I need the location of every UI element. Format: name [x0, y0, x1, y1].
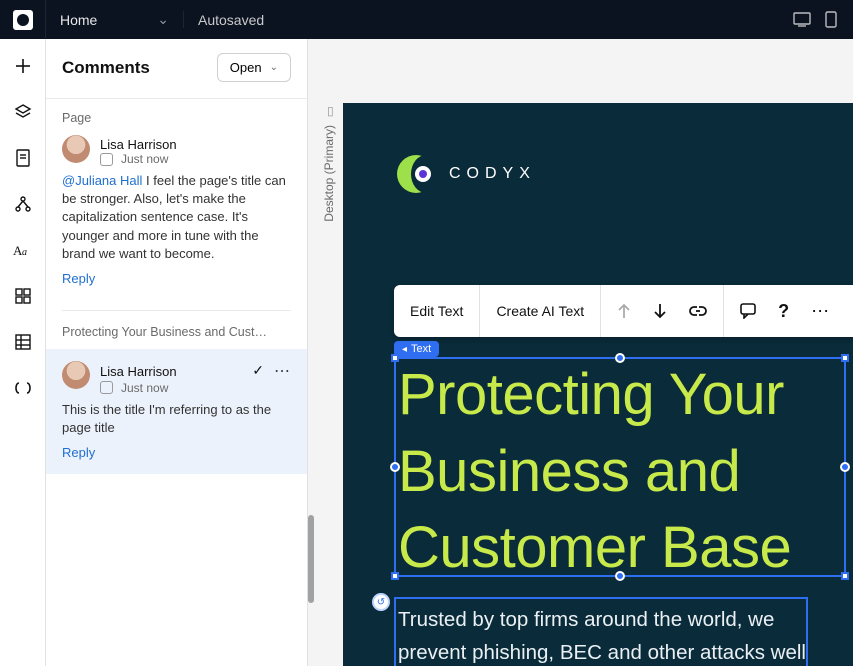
comment-timestamp: Just now	[121, 381, 168, 395]
scrollbar-thumb[interactable]	[308, 515, 314, 603]
code-icon[interactable]	[12, 377, 34, 399]
chevron-down-icon: ⌄	[157, 11, 169, 28]
element-tag[interactable]: Text	[394, 341, 439, 357]
comment-body: This is the title I'm referring to as th…	[62, 401, 291, 437]
reply-button[interactable]: Reply	[62, 445, 95, 460]
comment-scope-label: Page	[46, 99, 307, 131]
page-selector[interactable]: Home ⌄	[46, 11, 184, 28]
resolve-icon[interactable]: ✓	[252, 362, 264, 379]
hero-title-text[interactable]: Protecting Your Business and Customer Ba…	[398, 357, 846, 587]
page-icon[interactable]	[12, 147, 34, 169]
brand-logo-icon	[397, 155, 435, 193]
app-logo[interactable]	[0, 0, 46, 39]
comment-scope-label: Protecting Your Business and Cust…	[46, 311, 307, 349]
comment-card-active[interactable]: Lisa Harrison ✓ ⋯ Just now This is the t…	[46, 349, 307, 474]
filter-label: Open	[230, 60, 262, 75]
add-icon[interactable]	[12, 55, 34, 77]
device-switcher	[777, 11, 853, 28]
main-layout: Aa Comments Open ⌄ Page Lisa Harrison Ju…	[0, 39, 853, 666]
typography-icon[interactable]: Aa	[12, 239, 34, 261]
edit-text-button[interactable]: Edit Text	[394, 285, 480, 337]
svg-text:a: a	[22, 247, 27, 258]
page-name: Home	[60, 12, 97, 28]
components-icon[interactable]	[12, 285, 34, 307]
comments-panel: Comments Open ⌄ Page Lisa Harrison Just …	[46, 39, 308, 666]
comment-author: Lisa Harrison	[100, 364, 177, 379]
comments-panel-title: Comments	[62, 58, 150, 78]
help-icon[interactable]: ?	[778, 301, 789, 322]
element-toolbar: Edit Text Create AI Text ? ⋯	[394, 285, 853, 337]
arrow-up-icon[interactable]	[617, 303, 631, 319]
comment-card[interactable]: Lisa Harrison Just now @Juliana Hall I f…	[46, 131, 307, 300]
more-icon[interactable]: ⋯	[811, 301, 830, 322]
tools-sidebar: Aa	[0, 39, 46, 666]
comments-filter-button[interactable]: Open ⌄	[217, 53, 291, 82]
resolve-checkbox[interactable]	[100, 153, 113, 166]
comment-body: @Juliana Hall I feel the page's title ca…	[62, 172, 291, 263]
mention-link[interactable]: @Juliana Hall	[62, 173, 142, 188]
create-ai-text-button[interactable]: Create AI Text	[480, 285, 601, 337]
link-icon[interactable]	[689, 304, 707, 318]
canvas-area[interactable]: Desktop (Primary) ▭ CODYX Edit Text Crea…	[308, 39, 853, 666]
hero-subtitle-text[interactable]: Trusted by top firms around the world, w…	[398, 603, 806, 666]
design-frame[interactable]: CODYX Edit Text Create AI Text ? ⋯ Text	[343, 103, 853, 666]
brand-lockup: CODYX	[397, 155, 536, 193]
revert-icon[interactable]: ↺	[372, 593, 390, 611]
comment-icon[interactable]	[740, 303, 756, 319]
resolve-checkbox[interactable]	[100, 381, 113, 394]
brand-name: CODYX	[449, 165, 536, 183]
mobile-icon[interactable]	[825, 11, 837, 28]
viewport-label[interactable]: Desktop (Primary) ▭	[322, 105, 336, 222]
avatar	[62, 361, 90, 389]
desktop-icon[interactable]	[793, 11, 811, 28]
layers-icon[interactable]	[12, 101, 34, 123]
structure-icon[interactable]	[12, 193, 34, 215]
more-icon[interactable]: ⋯	[274, 361, 291, 381]
top-bar: Home ⌄ Autosaved	[0, 0, 853, 39]
device-icon: ▭	[322, 106, 336, 117]
comment-author: Lisa Harrison	[100, 137, 291, 152]
avatar	[62, 135, 90, 163]
save-status: Autosaved	[184, 12, 278, 28]
comment-timestamp: Just now	[121, 152, 168, 166]
database-icon[interactable]	[12, 331, 34, 353]
arrow-down-icon[interactable]	[653, 303, 667, 319]
chevron-down-icon: ⌄	[270, 62, 278, 73]
reply-button[interactable]: Reply	[62, 271, 95, 286]
